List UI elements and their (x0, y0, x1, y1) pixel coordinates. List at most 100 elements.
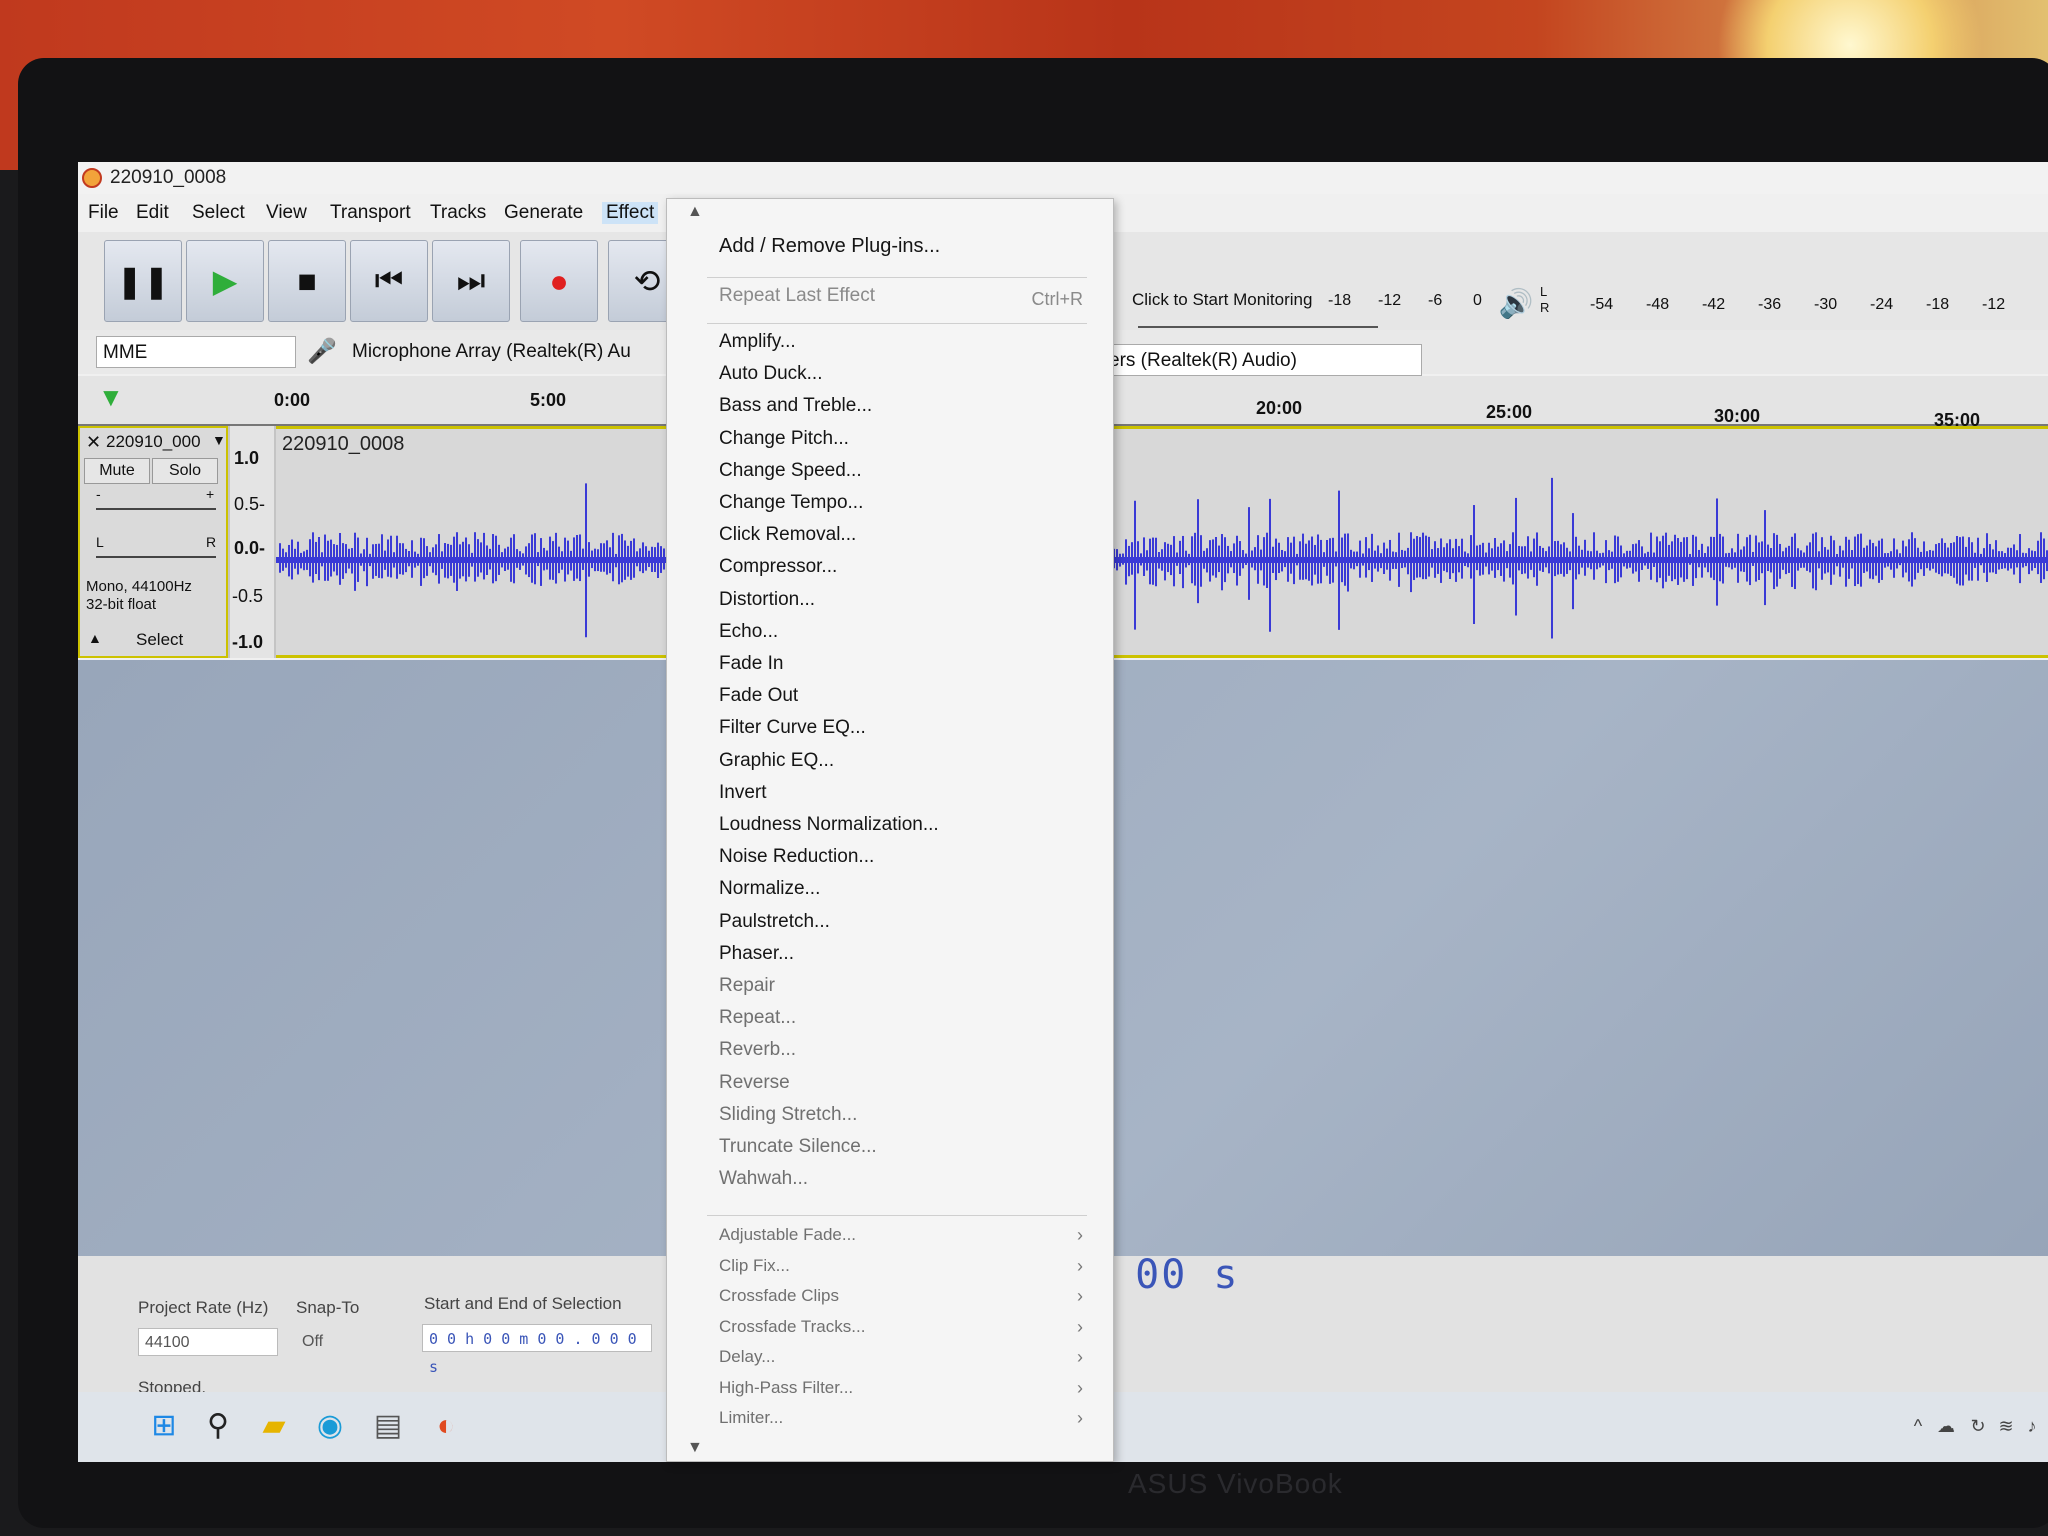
skip-start-icon: ⏮ (374, 262, 404, 298)
effect-menu-item[interactable]: Noise Reduction... (719, 846, 874, 868)
effect-menu-item[interactable]: Normalize... (719, 878, 820, 900)
effect-menu-item[interactable]: Fade In (719, 653, 783, 675)
effect-menu-item[interactable]: Sliding Stretch... (719, 1104, 857, 1126)
search-icon[interactable]: ⚲ (198, 1406, 238, 1446)
menu-separator (707, 1215, 1087, 1216)
audacity-taskbar-icon[interactable]: ◐ (426, 1406, 466, 1446)
effect-submenu-item[interactable]: Adjustable Fade... (719, 1225, 856, 1245)
submenu-arrow-icon: › (1077, 1317, 1083, 1337)
effect-menu-item[interactable]: Amplify... (719, 331, 796, 353)
effect-menu-item[interactable]: Distortion... (719, 589, 815, 611)
output-device-select[interactable]: ers (Realtek(R) Audio) (1102, 344, 1422, 376)
effect-menu-item[interactable]: Reverb... (719, 1039, 796, 1061)
file-explorer-icon[interactable]: ▰ (254, 1406, 294, 1446)
effect-menu-item[interactable]: Loudness Normalization... (719, 814, 939, 836)
menu-file[interactable]: File (88, 202, 119, 224)
effect-submenu-item[interactable]: Clip Fix... (719, 1256, 790, 1276)
add-remove-plugins-item[interactable]: Add / Remove Plug-ins... (719, 235, 940, 258)
play-head-icon[interactable]: ▼ (98, 382, 124, 413)
scroll-down-icon[interactable]: ▼ (687, 1439, 703, 1457)
menu-effect[interactable]: Effect (602, 202, 659, 224)
submenu-arrow-icon: › (1077, 1225, 1083, 1245)
effect-menu-item[interactable]: Fade Out (719, 685, 798, 707)
scale-label: 0.5- (234, 494, 266, 514)
collapse-icon[interactable]: ▲ (88, 630, 102, 646)
menu-generate[interactable]: Generate (504, 202, 583, 224)
mute-button[interactable]: Mute (84, 458, 150, 484)
pause-button[interactable]: ❚❚ (104, 240, 182, 322)
effect-submenu-item[interactable]: Delay... (719, 1347, 775, 1367)
play-tick: -24 (1870, 296, 1894, 313)
audacity-icon (82, 168, 102, 188)
submenu-arrow-icon: › (1077, 1286, 1083, 1306)
track-name-menu[interactable]: 220910_000 (106, 432, 201, 452)
audio-clip[interactable]: 220910_0008 (276, 426, 2048, 658)
effect-menu-item[interactable]: Auto Duck... (719, 363, 823, 385)
effect-menu-item[interactable]: Echo... (719, 621, 778, 643)
windows-start-icon[interactable]: ⊞ (144, 1406, 184, 1446)
effect-menu-item[interactable]: Click Removal... (719, 524, 856, 546)
effect-menu-item[interactable]: Change Pitch... (719, 428, 849, 450)
microphone-icon: 🎤 (307, 338, 337, 365)
effect-menu-item[interactable]: Graphic EQ... (719, 750, 834, 772)
effect-submenu-item[interactable]: Limiter... (719, 1408, 783, 1428)
input-device-select[interactable]: Microphone Array (Realtek(R) Au (346, 336, 676, 368)
play-tick: -48 (1646, 296, 1670, 313)
speaker-icon[interactable]: 🔊 (1498, 286, 1534, 322)
gain-slider[interactable] (96, 508, 216, 510)
menu-select[interactable]: Select (192, 202, 245, 224)
effect-menu-item[interactable]: Truncate Silence... (719, 1136, 877, 1158)
meter-l: L (1540, 284, 1548, 299)
chevron-down-icon[interactable]: ▼ (212, 432, 226, 448)
store-icon[interactable]: ▤ (368, 1406, 408, 1446)
scroll-up-icon[interactable]: ▲ (687, 203, 703, 221)
repeat-last-effect-item[interactable]: Repeat Last Effect (719, 285, 875, 307)
menu-tracks[interactable]: Tracks (430, 202, 486, 224)
effect-menu-item[interactable]: Phaser... (719, 943, 794, 965)
play-button[interactable]: ▶ (186, 240, 264, 322)
effect-menu-item[interactable]: Bass and Treble... (719, 395, 872, 417)
menu-transport[interactable]: Transport (330, 202, 411, 224)
menu-view[interactable]: View (266, 202, 307, 224)
pause-icon: ❚❚ (116, 263, 170, 299)
effect-menu-item[interactable]: Reverse (719, 1072, 790, 1094)
track-select-button[interactable]: Select (136, 630, 183, 650)
effect-menu-item[interactable]: Filter Curve EQ... (719, 717, 866, 739)
effect-menu-item[interactable]: Repair (719, 975, 775, 997)
monitor-label[interactable]: Click to Start Monitoring (1132, 290, 1312, 310)
project-rate-label: Project Rate (Hz) (138, 1298, 269, 1317)
record-button[interactable]: ● (520, 240, 598, 322)
track-format-rate: Mono, 44100Hz (86, 578, 192, 595)
effect-menu-item[interactable]: Repeat... (719, 1007, 796, 1029)
solo-button[interactable]: Solo (152, 458, 218, 484)
selection-start-time[interactable]: 0 0 h 0 0 m 0 0 . 0 0 0 s (422, 1324, 652, 1376)
effect-submenu-item[interactable]: High-Pass Filter... (719, 1378, 853, 1398)
effect-menu-item[interactable]: Wahwah... (719, 1168, 808, 1190)
effect-menu-item[interactable]: Compressor... (719, 556, 837, 578)
stop-button[interactable]: ■ (268, 240, 346, 322)
submenu-arrow-icon: › (1077, 1347, 1083, 1367)
effect-menu-item[interactable]: Change Speed... (719, 460, 862, 482)
skip-end-button[interactable]: ⏭ (432, 240, 510, 322)
record-volume-slider[interactable] (1138, 326, 1378, 328)
effect-menu-item[interactable]: Invert (719, 782, 767, 804)
pan-slider[interactable] (96, 556, 216, 558)
skip-start-button[interactable]: ⏮ (350, 240, 428, 322)
gain-plus-label: + (206, 486, 215, 502)
ruler-tick: 25:00 (1486, 402, 1533, 422)
play-tick: -30 (1814, 296, 1838, 313)
project-rate-select[interactable]: 44100 (138, 1328, 278, 1356)
volume-icon[interactable]: ♪ (2012, 1406, 2048, 1446)
close-track-icon[interactable]: ✕ (86, 432, 101, 453)
effect-menu-dropdown: ▲ Add / Remove Plug-ins... Repeat Last E… (666, 198, 1114, 1462)
audio-host-select[interactable]: MME (96, 336, 296, 368)
snap-to-select[interactable]: Off (296, 1328, 386, 1356)
effect-submenu-item[interactable]: Crossfade Clips (719, 1286, 839, 1306)
effect-menu-item[interactable]: Change Tempo... (719, 492, 863, 514)
amplitude-scale: 1.0 0.5- 0.0- -0.5 -1.0 (230, 426, 274, 658)
effect-menu-item[interactable]: Paulstretch... (719, 911, 830, 933)
edge-browser-icon[interactable]: ◉ (310, 1406, 350, 1446)
effect-submenu-item[interactable]: Crossfade Tracks... (719, 1317, 865, 1337)
waveform[interactable] (276, 465, 2048, 655)
menu-edit[interactable]: Edit (136, 202, 169, 224)
